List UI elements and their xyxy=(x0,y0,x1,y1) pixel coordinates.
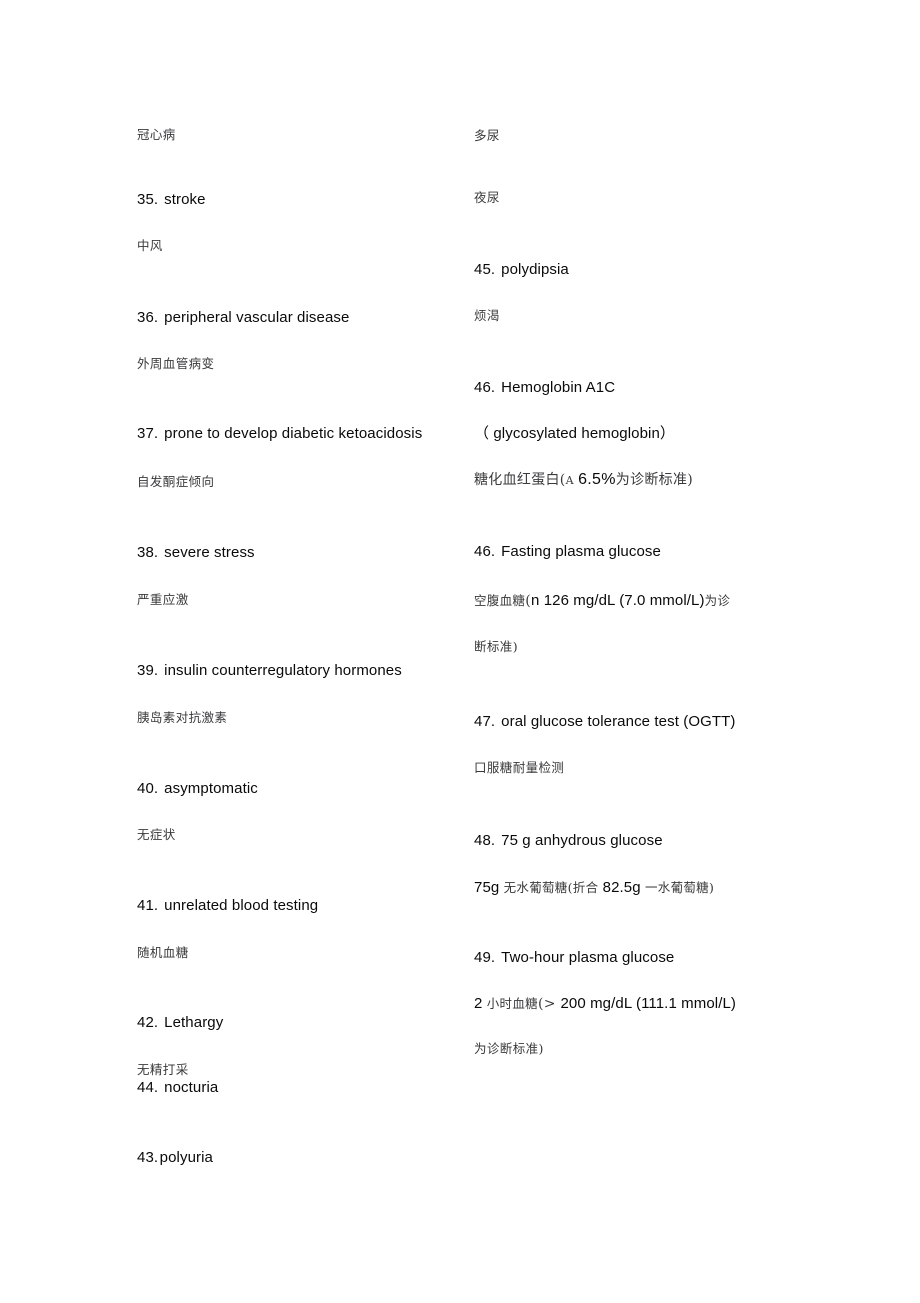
threshold-value: 126 mg/dL (7.0 mmol/L) xyxy=(543,592,705,609)
glossary-entry-43: 43. polyuria xyxy=(137,1150,213,1165)
glossary-entry-48: 48. 75 g anhydrous glucose xyxy=(474,833,663,848)
entry-term: polydipsia xyxy=(501,261,569,278)
entry-subtitle: （ glycosylated hemoglobin） xyxy=(474,425,676,442)
dose-value: 75g xyxy=(474,879,500,896)
entry-term: 75 g anhydrous glucose xyxy=(501,832,663,849)
gloss-suffix: 为诊 xyxy=(704,593,731,608)
gloss-suffix: 为诊断标准) xyxy=(615,472,694,488)
comparison-symbol: (> xyxy=(537,996,561,1012)
glossary-entry-44: 44. nocturia xyxy=(137,1080,218,1095)
glossary-gloss-cn: 冠心病 xyxy=(137,127,176,142)
equivalent-value: 82.5g xyxy=(602,879,641,896)
entry-term: insulin counterregulatory hormones xyxy=(164,662,402,679)
gloss-prefix: 糖化血红蛋白( xyxy=(474,472,566,488)
entry-term: prone to develop diabetic ketoacidosis xyxy=(164,425,423,442)
glossary-gloss-cn: 烦渴 xyxy=(474,308,500,323)
document-page: 冠心病 35. stroke 中风 36. peripheral vascular … xyxy=(0,0,920,1303)
gloss-text: 严重应激 xyxy=(137,592,189,607)
gloss-prefix: 空腹血糖 xyxy=(474,593,526,608)
gloss-text: 冠心病 xyxy=(137,127,176,142)
threshold-value: 6.5% xyxy=(578,471,616,488)
entry-number: 38. xyxy=(137,544,159,561)
entry-term: severe stress xyxy=(164,544,255,561)
comparison-symbol: A xyxy=(565,474,574,487)
glossary-entry-39: 39. insulin counterregulatory hormones xyxy=(137,663,402,678)
glossary-gloss-two-hour-criterion: 2 小时血糖(> 200 mg/dL (111.1 mmol/L) xyxy=(474,996,736,1011)
gloss-text: 夜尿 xyxy=(474,190,500,205)
glossary-gloss-two-hour-continuation: 为诊断标准) xyxy=(474,1041,544,1056)
gloss-text: 为诊断标准) xyxy=(474,1041,544,1056)
entry-term: oral glucose tolerance test (OGTT) xyxy=(501,713,736,730)
glossary-entry-42: 42. Lethargy xyxy=(137,1015,223,1030)
entry-number: 48. xyxy=(474,832,496,849)
glossary-gloss-cn: 中风 xyxy=(137,238,163,253)
entry-number: 46. xyxy=(474,543,496,560)
glossary-entry-45: 45. polydipsia xyxy=(474,262,569,277)
gloss-text: 胰岛素对抗激素 xyxy=(137,710,228,725)
glossary-entry-46-a1c: 46. Hemoglobin A1C xyxy=(474,380,615,395)
glossary-entry-37: 37. prone to develop diabetic ketoacidosi… xyxy=(137,426,422,441)
entry-term: nocturia xyxy=(164,1079,219,1096)
entry-number: 37. xyxy=(137,425,159,442)
gloss-text: 无精打采 xyxy=(137,1062,189,1077)
entry-number: 35. xyxy=(137,191,159,208)
entry-term: asymptomatic xyxy=(164,780,258,797)
glossary-gloss-cn: 外周血管病变 xyxy=(137,356,215,371)
glossary-entry-49: 49. Two-hour plasma glucose xyxy=(474,950,674,965)
entry-term: unrelated blood testing xyxy=(164,897,319,914)
entry-term: stroke xyxy=(164,191,206,208)
gloss-text: 无症状 xyxy=(137,827,176,842)
glossary-gloss-fpg-continuation: 断标准) xyxy=(474,639,518,654)
glossary-gloss-cn: 夜尿 xyxy=(474,190,500,205)
glossary-gloss-glucose-dose: 75g 无水葡萄糖(折合 82.5g 一水葡萄糖) xyxy=(474,880,714,895)
entry-number: 41. xyxy=(137,897,159,914)
glossary-entry-47: 47. oral glucose tolerance test (OGTT) xyxy=(474,714,735,729)
glossary-entry-35: 35. stroke xyxy=(137,192,206,207)
gloss-mid: 小时血糖 xyxy=(482,996,538,1011)
glossary-entry-36: 36. peripheral vascular disease xyxy=(137,310,349,325)
entry-number: 43. xyxy=(137,1149,159,1166)
glossary-gloss-cn: 无症状 xyxy=(137,827,176,842)
glossary-gloss-fpg-criterion: 空腹血糖(n 126 mg/dL (7.0 mmol/L)为诊 xyxy=(474,593,730,608)
gloss-text: 烦渴 xyxy=(474,308,500,323)
glossary-gloss-cn: 多尿 xyxy=(474,128,500,143)
glossary-gloss-cn: 口服糖耐量检测 xyxy=(474,760,565,775)
entry-term: peripheral vascular disease xyxy=(164,309,350,326)
glossary-gloss-cn: 胰岛素对抗激素 xyxy=(137,710,228,725)
gloss-text: 自发酮症倾向 xyxy=(137,474,215,489)
glossary-entry-46-subtitle: （ glycosylated hemoglobin） xyxy=(474,426,675,441)
glossary-gloss-a1c-criterion: 糖化血红蛋白(A 6.5%为诊断标准) xyxy=(474,472,693,488)
entry-number: 40. xyxy=(137,780,159,797)
entry-term: polyuria xyxy=(159,1149,213,1166)
glossary-entry-40: 40. asymptomatic xyxy=(137,781,258,796)
entry-number: 44. xyxy=(137,1079,159,1096)
glossary-gloss-cn: 严重应激 xyxy=(137,592,189,607)
gloss-text: 断标准) xyxy=(474,639,518,654)
glossary-entry-38: 38. severe stress xyxy=(137,545,255,560)
entry-number: 49. xyxy=(474,949,496,966)
gloss-text: 中风 xyxy=(137,238,163,253)
gloss-text: 外周血管病变 xyxy=(137,356,215,371)
glossary-gloss-cn: 无精打采 xyxy=(137,1062,189,1077)
entry-term: Lethargy xyxy=(164,1014,224,1031)
entry-number: 42. xyxy=(137,1014,159,1031)
entry-number: 39. xyxy=(137,662,159,679)
gloss-tail: 一水葡萄糖) xyxy=(640,880,715,895)
glossary-entry-46-fpg: 46. Fasting plasma glucose xyxy=(474,544,661,559)
gloss-text: 口服糖耐量检测 xyxy=(474,760,565,775)
entry-number: 45. xyxy=(474,261,496,278)
threshold-value: 200 mg/dL (111.1 mmol/L) xyxy=(560,995,737,1012)
glossary-entry-41: 41. unrelated blood testing xyxy=(137,898,318,913)
entry-term: Hemoglobin A1C xyxy=(501,379,616,396)
glossary-gloss-cn: 随机血糖 xyxy=(137,945,189,960)
entry-term: Fasting plasma glucose xyxy=(501,543,661,560)
entry-term: Two-hour plasma glucose xyxy=(501,949,675,966)
gloss-mid: 无水葡萄糖(折合 xyxy=(499,880,603,895)
gloss-text: 随机血糖 xyxy=(137,945,189,960)
entry-number: 46. xyxy=(474,379,496,396)
entry-number: 36. xyxy=(137,309,159,326)
glossary-gloss-cn: 自发酮症倾向 xyxy=(137,474,215,489)
entry-number: 47. xyxy=(474,713,496,730)
gloss-text: 多尿 xyxy=(474,128,500,143)
